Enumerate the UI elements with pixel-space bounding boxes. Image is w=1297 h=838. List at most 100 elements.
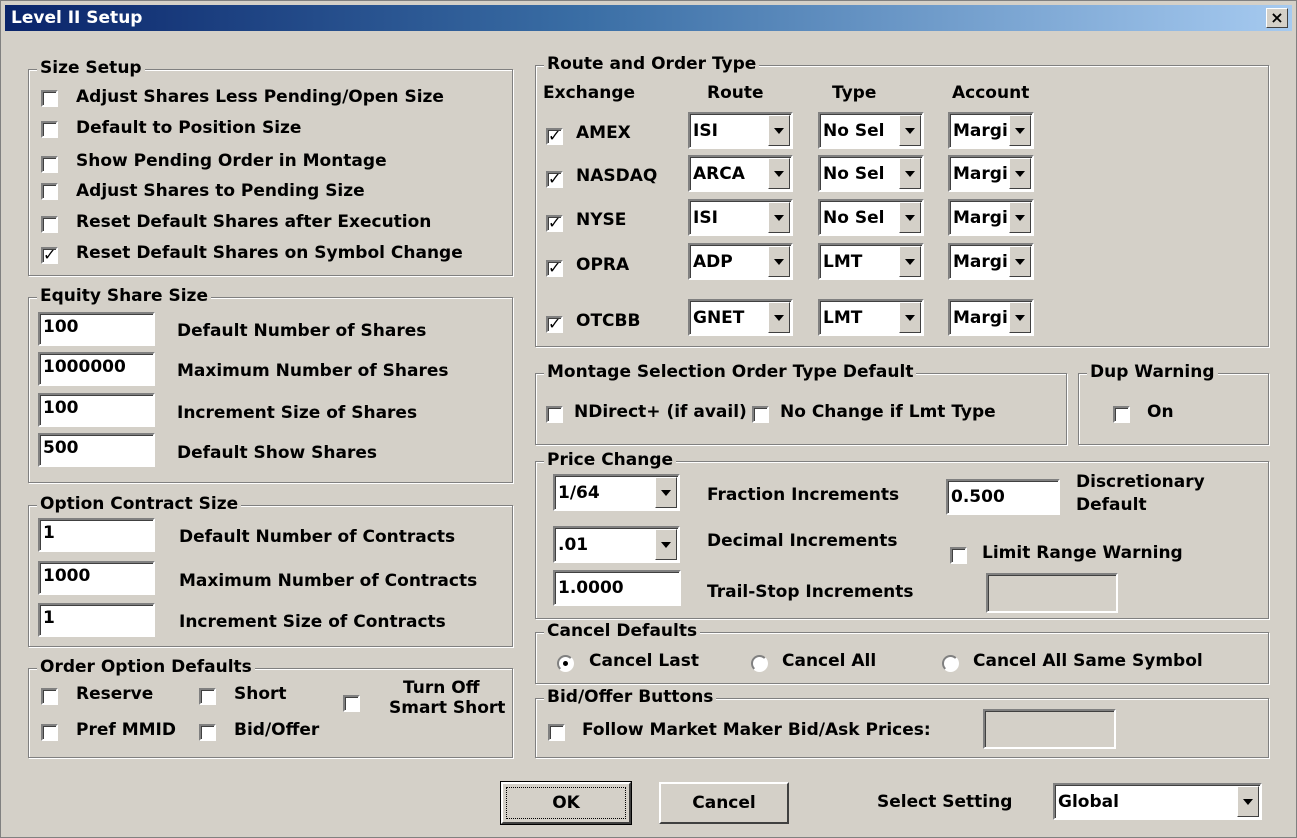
- default-to-position-label: Default to Position Size: [76, 118, 302, 138]
- fraction-increments-select[interactable]: 1/64: [553, 474, 680, 511]
- default-number-of-shares-input[interactable]: 100: [38, 312, 155, 346]
- maximum-number-of-contracts-label: Maximum Number of Contracts: [179, 571, 478, 591]
- cancel-button[interactable]: Cancel: [659, 782, 789, 824]
- opra-route-select[interactable]: ADP: [688, 243, 793, 280]
- cancel-button-label: Cancel: [692, 793, 756, 813]
- select-setting-select[interactable]: Global: [1053, 783, 1262, 820]
- reserve-label: Reserve: [76, 684, 154, 704]
- ok-button[interactable]: OK: [500, 781, 632, 825]
- bid-offer-checkbox[interactable]: [199, 724, 216, 741]
- cancel-all-radio[interactable]: [751, 655, 768, 672]
- otcbb-type-select[interactable]: LMT: [818, 299, 924, 336]
- chevron-down-icon: [768, 246, 790, 277]
- montage-selection-group: Montage Selection Order Type Default NDi…: [535, 362, 1067, 445]
- type-header: Type: [832, 83, 877, 103]
- pref-mmid-checkbox[interactable]: [41, 724, 58, 741]
- size-setup-title: Size Setup: [37, 58, 145, 78]
- maximum-number-of-shares-input[interactable]: 1000000: [38, 352, 155, 386]
- trail-stop-increments-input[interactable]: 1.0000: [553, 570, 681, 606]
- ndirect-checkbox[interactable]: [546, 406, 563, 423]
- select-setting-label: Select Setting: [877, 792, 1013, 812]
- nasdaq-account-select[interactable]: Margin: [948, 155, 1034, 192]
- limit-range-warning-checkbox[interactable]: [950, 547, 967, 564]
- nyse-route-select[interactable]: ISI: [688, 199, 793, 236]
- show-pending-order-checkbox[interactable]: [41, 156, 58, 173]
- nasdaq-checkbox[interactable]: [546, 169, 563, 188]
- default-number-of-contracts-label: Default Number of Contracts: [179, 527, 456, 547]
- opra-checkbox[interactable]: [546, 258, 563, 277]
- maximum-number-of-contracts-input[interactable]: 1000: [38, 561, 155, 595]
- route-and-order-type-title: Route and Order Type: [544, 54, 760, 74]
- adjust-shares-less-pending-checkbox[interactable]: [41, 90, 58, 107]
- increment-size-of-shares-input[interactable]: 100: [38, 393, 155, 427]
- cancel-last-label: Cancel Last: [589, 651, 699, 671]
- cancel-all-label: Cancel All: [782, 651, 877, 671]
- nasdaq-type-select[interactable]: No Sel: [818, 155, 924, 192]
- cancel-last-radio[interactable]: [557, 655, 574, 672]
- nyse-checkbox[interactable]: [546, 213, 563, 232]
- amex-route-select[interactable]: ISI: [688, 112, 793, 149]
- default-show-shares-input[interactable]: 500: [38, 433, 155, 467]
- chevron-down-icon: [768, 115, 790, 146]
- nasdaq-route-select[interactable]: ARCA: [688, 155, 793, 192]
- chevron-down-icon: [899, 246, 921, 277]
- chevron-down-icon: [655, 477, 677, 508]
- limit-range-warning-label: Limit Range Warning: [982, 543, 1183, 563]
- chevron-down-icon: [655, 529, 677, 560]
- follow-market-maker-value-input[interactable]: [983, 709, 1116, 749]
- chevron-down-icon: [1009, 115, 1031, 146]
- opra-type-select[interactable]: LMT: [818, 243, 924, 280]
- close-icon: ×: [1270, 8, 1284, 27]
- cancel-defaults-group: Cancel Defaults Cancel Last Cancel All C…: [535, 621, 1269, 684]
- ok-button-label: OK: [552, 793, 580, 813]
- smart-short-label: Smart Short: [389, 698, 506, 718]
- decimal-increments-select[interactable]: .01: [553, 526, 680, 563]
- amex-type-select[interactable]: No Sel: [818, 112, 924, 149]
- limit-range-value-input[interactable]: [986, 573, 1118, 613]
- amex-account-select[interactable]: Margin: [948, 112, 1034, 149]
- reset-on-symbol-change-label: Reset Default Shares on Symbol Change: [76, 243, 463, 263]
- window-title: Level II Setup: [11, 8, 143, 28]
- reset-after-execution-label: Reset Default Shares after Execution: [76, 212, 432, 232]
- adjust-shares-to-pending-checkbox[interactable]: [41, 183, 58, 200]
- option-contract-size-group: Option Contract Size 1 Default Number of…: [28, 494, 513, 647]
- short-checkbox[interactable]: [199, 688, 216, 705]
- opra-label: OPRA: [576, 255, 630, 275]
- otcbb-checkbox[interactable]: [546, 314, 563, 333]
- discretionary-default-label: Default: [1076, 495, 1147, 515]
- dup-warning-on-checkbox[interactable]: [1113, 406, 1130, 423]
- exchange-header: Exchange: [543, 83, 636, 103]
- nyse-account-select[interactable]: Margin: [948, 199, 1034, 236]
- chevron-down-icon: [1009, 246, 1031, 277]
- follow-market-maker-checkbox[interactable]: [548, 724, 565, 741]
- reserve-checkbox[interactable]: [41, 688, 58, 705]
- turn-off-label: Turn Off: [403, 678, 480, 698]
- otcbb-route-select[interactable]: GNET: [688, 299, 793, 336]
- nyse-type-select[interactable]: No Sel: [818, 199, 924, 236]
- bid-offer-buttons-title: Bid/Offer Buttons: [544, 687, 717, 707]
- route-header: Route: [707, 83, 764, 103]
- chevron-down-icon: [768, 202, 790, 233]
- reset-after-execution-checkbox[interactable]: [41, 216, 58, 233]
- default-to-position-checkbox[interactable]: [41, 121, 58, 138]
- reset-on-symbol-change-checkbox[interactable]: [41, 245, 58, 264]
- opra-account-select[interactable]: Margin: [948, 243, 1034, 280]
- otcbb-account-select[interactable]: Margin: [948, 299, 1034, 336]
- default-number-of-shares-label: Default Number of Shares: [177, 321, 427, 341]
- amex-label: AMEX: [576, 123, 631, 143]
- increment-size-of-contracts-input[interactable]: 1: [38, 603, 155, 637]
- otcbb-label: OTCBB: [576, 311, 641, 331]
- turn-off-smart-short-checkbox[interactable]: [343, 695, 360, 712]
- nyse-label: NYSE: [576, 210, 627, 230]
- equity-share-size-group: Equity Share Size 100 Default Number of …: [28, 286, 513, 483]
- cancel-all-same-symbol-radio[interactable]: [942, 655, 959, 672]
- discretionary-default-input[interactable]: 0.500: [946, 479, 1060, 515]
- close-button[interactable]: ×: [1266, 8, 1288, 28]
- price-change-title: Price Change: [544, 450, 677, 470]
- default-number-of-contracts-input[interactable]: 1: [38, 518, 155, 552]
- amex-checkbox[interactable]: [546, 126, 563, 145]
- no-change-lmt-checkbox[interactable]: [752, 406, 769, 423]
- equity-share-size-title: Equity Share Size: [37, 286, 211, 306]
- chevron-down-icon: [768, 158, 790, 189]
- discretionary-label: Discretionary: [1076, 472, 1205, 492]
